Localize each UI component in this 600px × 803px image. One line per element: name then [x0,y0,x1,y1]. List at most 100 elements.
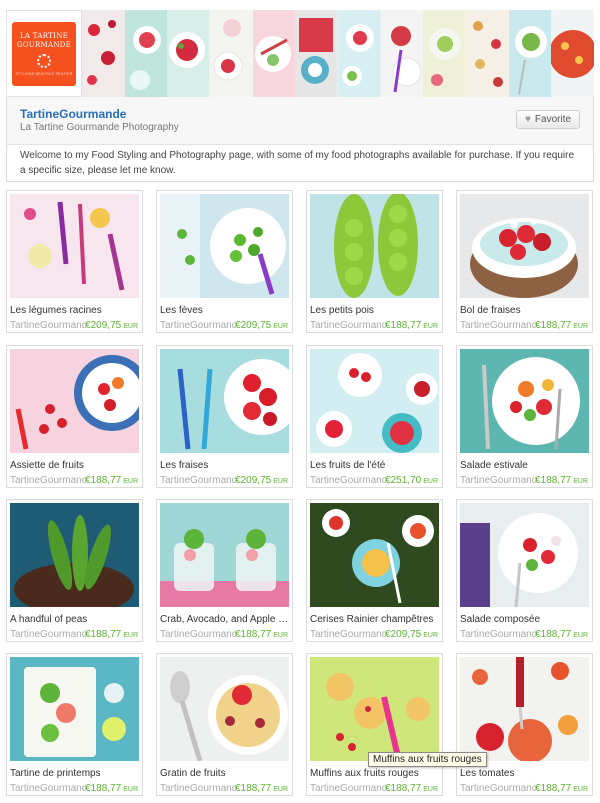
listing-shop[interactable]: TartineGourmande [460,783,536,794]
banner-photo [124,10,168,97]
listing-price: €188,77 EUR [85,475,138,486]
listing-shop[interactable]: TartineGourmande [10,475,86,486]
listing-photo[interactable] [10,657,139,761]
listing-shop[interactable]: TartineGourmande [10,629,86,640]
listing-photo[interactable] [460,194,589,298]
listing-card[interactable]: Bol de fraises TartineGourmande €188,77 E… [456,190,593,333]
listing-photo[interactable] [460,349,589,453]
listing-shop[interactable]: TartineGourmande [10,783,86,794]
listing-card[interactable]: Les fèves TartineGourmande €209,75 EUR [156,190,293,333]
listing-title[interactable]: Les fraises [160,460,291,471]
listing-photo[interactable] [310,657,439,761]
banner-photo [423,10,467,97]
listing-shop[interactable]: TartineGourmande [310,629,386,640]
shop-description: Welcome to my Food Styling and Photograp… [7,144,593,181]
listing-shop[interactable]: TartineGourmande [460,320,536,331]
listing-price: €188,77 EUR [235,783,288,794]
listing-title[interactable]: Les fèves [160,305,291,316]
listing-card[interactable]: Les fruits de l'été TartineGourmande €25… [306,345,443,488]
listing-card[interactable]: Les tomates TartineGourmande €188,77 EUR [456,653,593,796]
listing-card[interactable]: Salade estivale TartineGourmande €188,77… [456,345,593,488]
listing-shop[interactable]: TartineGourmande [310,475,386,486]
listing-card[interactable]: Assiette de fruits TartineGourmande €188… [6,345,143,488]
listing-title[interactable]: Cerises Rainier champêtres [310,614,441,625]
hover-tooltip: Muffins aux fruits rouges [368,752,487,767]
listing-shop[interactable]: TartineGourmande [160,783,236,794]
listing-price: €188,77 EUR [535,783,588,794]
listing-title[interactable]: Les légumes racines [10,305,141,316]
listing-price: €209,75 EUR [385,629,438,640]
listing-photo[interactable] [310,194,439,298]
listing-shop[interactable]: TartineGourmande [460,629,536,640]
listing-title[interactable]: Salade estivale [460,460,591,471]
listing-title[interactable]: Bol de fraises [460,305,591,316]
listing-photo[interactable] [460,503,589,607]
shop-info-panel: TartineGourmande La Tartine Gourmande Ph… [6,97,594,182]
listing-card[interactable]: Gratin de fruits TartineGourmande €188,7… [156,653,293,796]
listing-photo[interactable] [160,194,289,298]
listing-card[interactable]: Tartine de printemps TartineGourmande €1… [6,653,143,796]
listing-title[interactable]: Les petits pois [310,305,441,316]
shop-subtitle: La Tartine Gourmande Photography [20,122,179,133]
listing-card[interactable]: Crab, Avocado, and Apple V... TartineGou… [156,499,293,642]
banner-photo [295,10,339,97]
banner-photo [508,10,552,97]
logo-badge: LA TARTINE GOURMANDE STYLISME BEATRICE P… [12,21,76,86]
listing-photo[interactable] [10,349,139,453]
listing-title[interactable]: Les fruits de l'été [310,460,441,471]
listing-shop[interactable]: TartineGourmande [10,320,86,331]
listing-card[interactable]: Salade composée TartineGourmande €188,77… [456,499,593,642]
listing-shop[interactable]: TartineGourmande [310,783,386,794]
listing-title[interactable]: Les tomates [460,768,591,779]
listing-title[interactable]: A handful of peas [10,614,141,625]
listing-title[interactable]: Salade composée [460,614,591,625]
listing-photo[interactable] [310,503,439,607]
listing-price: €188,77 EUR [535,475,588,486]
listing-card[interactable]: Les fraises TartineGourmande €209,75 EUR [156,345,293,488]
listing-price: €188,77 EUR [535,320,588,331]
listing-title[interactable]: Assiette de fruits [10,460,141,471]
listing-shop[interactable]: TartineGourmande [310,320,386,331]
listing-card[interactable]: Cerises Rainier champêtres TartineGourma… [306,499,443,642]
listing-card[interactable]: A handful of peas TartineGourmande €188,… [6,499,143,642]
listing-photo[interactable] [310,349,439,453]
listing-shop[interactable]: TartineGourmande [160,320,236,331]
listing-price: €188,77 EUR [535,629,588,640]
listing-price: €188,77 EUR [85,629,138,640]
listing-photo[interactable] [160,349,289,453]
listing-photo[interactable] [160,657,289,761]
listing-photo[interactable] [10,503,139,607]
listing-title[interactable]: Tartine de printemps [10,768,141,779]
banner-photo-strip [82,10,594,97]
listing-shop[interactable]: TartineGourmande [160,475,236,486]
heart-icon: ♥ [524,114,531,125]
banner-photo [466,10,509,97]
listing-price: €251,70 EUR [385,475,438,486]
shop-name-link[interactable]: TartineGourmande [20,107,126,121]
listing-card[interactable]: Les petits pois TartineGourmande €188,77… [306,190,443,333]
banner-photo [551,10,594,97]
listing-price: €188,77 EUR [385,320,438,331]
listing-shop[interactable]: TartineGourmande [460,475,536,486]
logo-tagline: STYLISME BEATRICE PEILTIER [15,71,73,76]
listing-photo[interactable] [160,503,289,607]
listing-card[interactable]: Les légumes racines TartineGourmande €20… [6,190,143,333]
listing-photo[interactable] [10,194,139,298]
banner-photo [167,10,211,97]
listing-price: €188,77 EUR [85,783,138,794]
listing-title[interactable]: Crab, Avocado, and Apple V... [160,614,291,625]
shop-logo[interactable]: LA TARTINE GOURMANDE STYLISME BEATRICE P… [6,10,82,97]
banner-photo [210,10,253,97]
listing-title[interactable]: Muffins aux fruits rouges [310,768,441,779]
listing-photo[interactable] [460,657,589,761]
listing-price: €209,75 EUR [85,320,138,331]
listing-shop[interactable]: TartineGourmande [160,629,236,640]
shop-banner: LA TARTINE GOURMANDE STYLISME BEATRICE P… [6,10,594,97]
listing-price: €188,77 EUR [235,629,288,640]
listing-price: €209,75 EUR [235,475,288,486]
favorite-button[interactable]: ♥ Favorite [516,110,580,129]
listing-price: €209,75 EUR [235,320,288,331]
banner-photo [338,10,381,97]
listing-title[interactable]: Gratin de fruits [160,768,291,779]
listing-card[interactable]: Muffins aux fruits rouges TartineGourman… [306,653,443,796]
